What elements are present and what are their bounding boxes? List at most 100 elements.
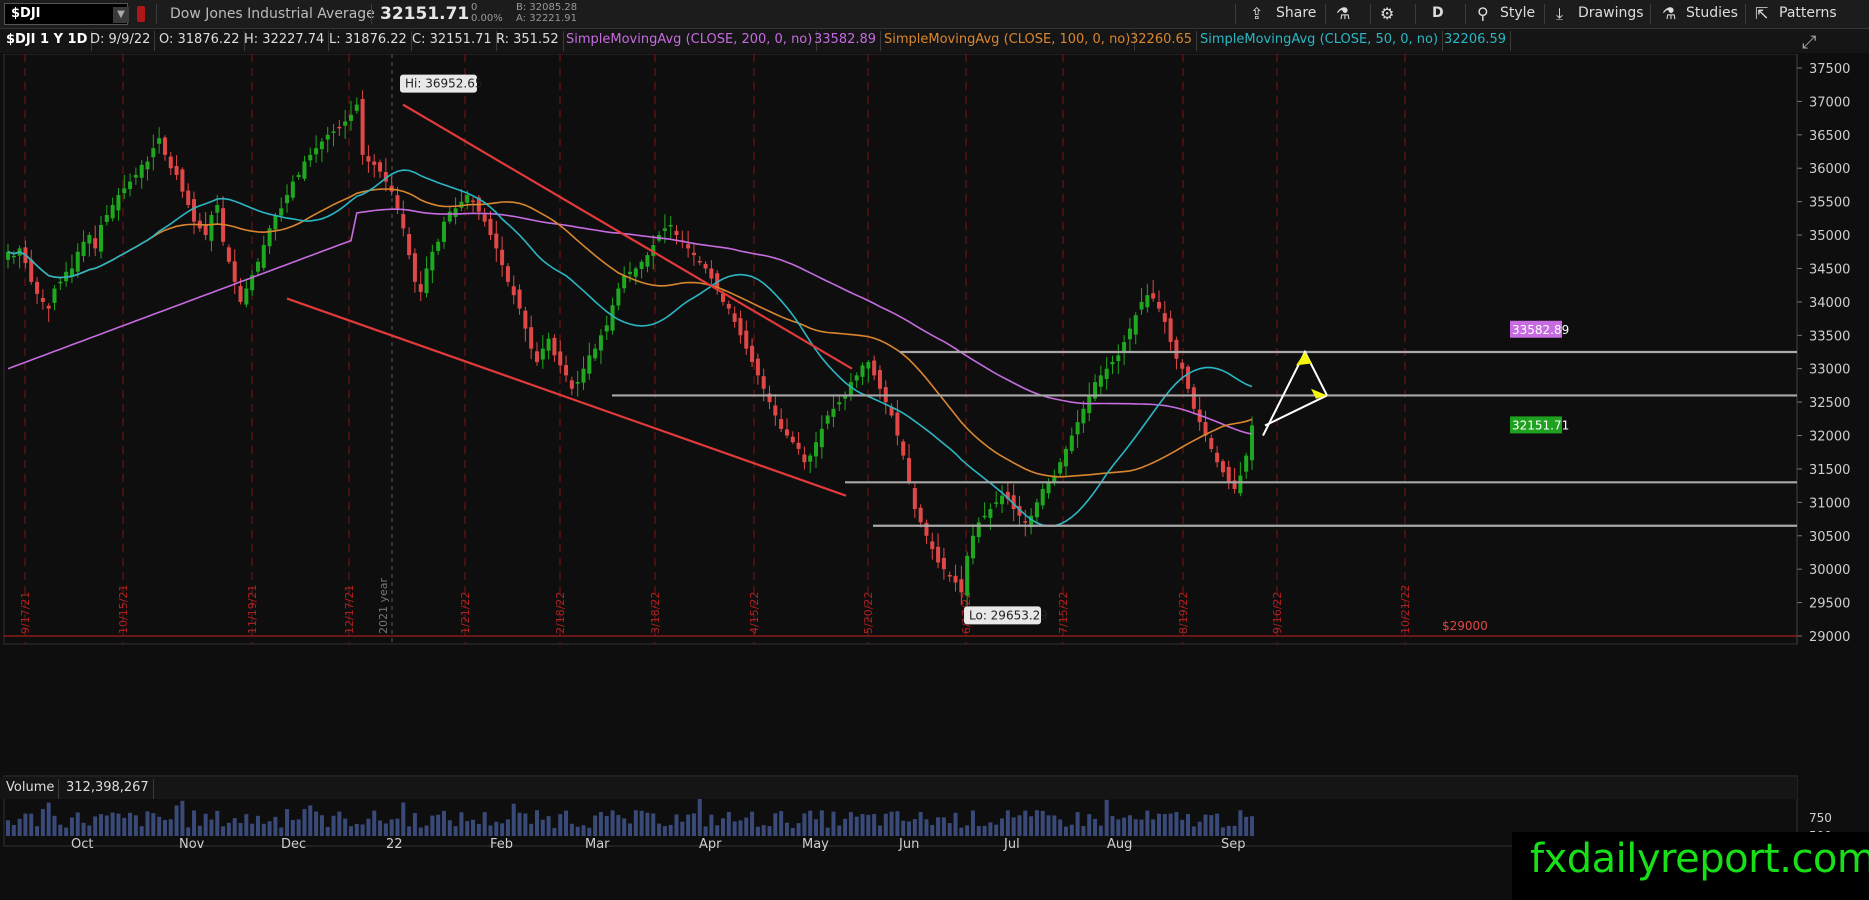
symbol-dropdown-icon[interactable]: ▼ — [113, 7, 129, 23]
candle-body — [238, 286, 243, 302]
patterns-button[interactable]: Patterns — [1779, 5, 1837, 21]
candle-body — [331, 131, 336, 133]
volume-bar — [1098, 825, 1103, 836]
candle-body — [401, 214, 406, 229]
candle-body — [587, 355, 592, 374]
volume-bar — [308, 805, 313, 836]
drawings-icon[interactable]: ⤓ — [1556, 4, 1563, 24]
divider — [1465, 4, 1466, 24]
date-marker-label: 12/17/21 — [343, 585, 356, 634]
divider — [371, 4, 372, 24]
volume-bar — [1023, 810, 1028, 836]
date-marker-label: 2/18/22 — [554, 592, 567, 634]
volume-bar — [755, 826, 760, 836]
chart-label[interactable]: $DJI 1 Y 1D — [2, 31, 93, 51]
volume-bar — [151, 813, 156, 836]
volume-bar — [831, 811, 836, 836]
x-axis-label: May — [802, 837, 829, 852]
volume-bar — [668, 824, 673, 836]
volume-bar — [1110, 816, 1115, 836]
volume-bar — [534, 810, 539, 836]
volume-bar — [645, 812, 650, 836]
candle-body — [314, 148, 319, 155]
candle-body — [1023, 521, 1028, 523]
price-chart[interactable]: 9/17/21 10/15/21 11/19/21 12/17/21 1/21/22 2/… — [0, 54, 1869, 900]
volume-bar — [796, 823, 801, 836]
candle-body — [970, 535, 975, 559]
candle-body — [1139, 301, 1144, 310]
volume-bar — [186, 827, 191, 836]
volume-bar — [529, 823, 534, 836]
divider — [1370, 4, 1371, 24]
volume-bar — [558, 814, 563, 836]
candle-body — [412, 253, 417, 282]
candle-body — [482, 214, 487, 222]
gear-icon[interactable]: ⚙ — [1380, 4, 1394, 23]
candle-body — [69, 268, 74, 276]
volume-bar — [267, 821, 272, 836]
volume-bar — [1046, 815, 1051, 836]
volume-bar — [494, 821, 499, 836]
volume-bar — [872, 814, 877, 836]
candle-body — [808, 455, 813, 462]
patterns-icon[interactable]: ⇱ — [1755, 4, 1768, 23]
candle-body — [104, 215, 109, 222]
bid-value: B: 32085.28 — [516, 2, 578, 13]
volume-bar — [965, 825, 970, 836]
candle-body — [99, 225, 104, 252]
candle-body — [209, 215, 214, 241]
sma50-study-label[interactable]: SimpleMovingAvg (CLOSE, 50, 0, no) — [1196, 31, 1444, 51]
candle-body — [122, 188, 127, 194]
volume-bar — [523, 813, 528, 836]
volume-bar — [360, 824, 365, 836]
ask-value: A: 32221.91 — [516, 13, 577, 24]
volume-bar — [133, 815, 138, 836]
candle-body — [337, 126, 342, 129]
sma100-study-label[interactable]: SimpleMovingAvg (CLOSE, 100, 0, no) — [880, 31, 1136, 51]
volume-bar — [1127, 815, 1132, 836]
volume-bar — [1156, 813, 1161, 836]
candle-body — [110, 204, 115, 219]
candle-body — [645, 255, 650, 267]
date-marker-label: 7/15/22 — [1057, 592, 1070, 634]
candle-body — [860, 365, 865, 377]
volume-bar — [81, 822, 86, 836]
aggregation-button[interactable]: D — [1432, 5, 1444, 21]
candle-body — [546, 338, 551, 351]
style-icon[interactable]: ⚲ — [1477, 4, 1489, 23]
volume-bar — [877, 825, 882, 836]
symbol-input[interactable]: $DJI ▼ — [4, 3, 129, 25]
candle-body — [1145, 295, 1150, 308]
flask-icon[interactable]: ⚗ — [1336, 4, 1350, 23]
volume-bar — [610, 810, 615, 836]
candle-body — [854, 375, 859, 381]
volume-bar — [1139, 819, 1144, 836]
volume-bar — [628, 823, 632, 836]
hi-callout-label: Hi: 36952.65 — [405, 77, 482, 91]
volume-bar — [633, 810, 638, 836]
volume-bar — [343, 818, 348, 836]
drawing-tool-icon[interactable]: ⤢ — [1802, 32, 1816, 53]
style-button[interactable]: Style — [1500, 5, 1535, 21]
studies-icon[interactable]: ⚗ — [1662, 4, 1676, 23]
alert-flag-icon[interactable] — [137, 6, 145, 22]
volume-bar — [540, 819, 545, 836]
candle-body — [598, 335, 603, 351]
candle-body — [1040, 488, 1045, 506]
share-button[interactable]: Share — [1276, 5, 1316, 21]
volume-bar — [378, 820, 383, 836]
studies-button[interactable]: Studies — [1686, 5, 1738, 21]
volume-bar — [907, 821, 912, 836]
volume-bar — [104, 815, 109, 836]
sma200-study-label[interactable]: SimpleMovingAvg (CLOSE, 200, 0, no) — [562, 31, 818, 51]
y-tick-label: 32500 — [1809, 396, 1850, 411]
candle-body — [709, 268, 714, 279]
candle-body — [128, 181, 133, 190]
candle-body — [500, 249, 505, 266]
share-icon[interactable]: ⇪ — [1250, 4, 1263, 23]
drawings-button[interactable]: Drawings — [1578, 5, 1644, 21]
watermark-text: fxdailyreport.com — [1530, 836, 1869, 882]
candle-body — [616, 288, 621, 306]
candle-body — [622, 275, 627, 289]
volume-bar — [418, 827, 423, 836]
